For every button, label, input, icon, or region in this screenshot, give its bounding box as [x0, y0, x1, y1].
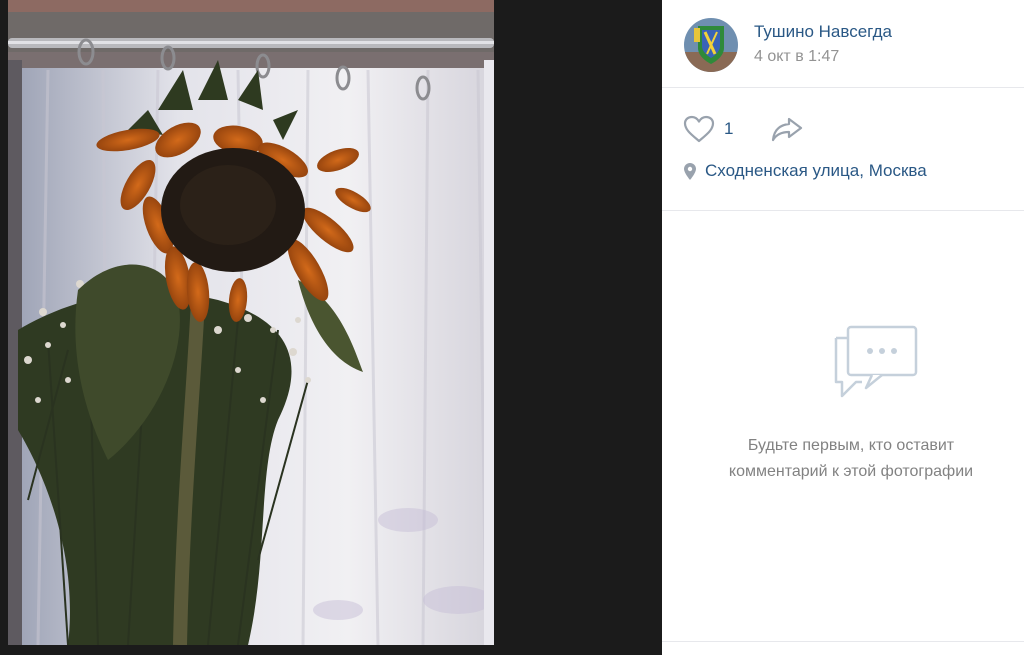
share-arrow-icon [771, 117, 803, 142]
community-avatar[interactable] [684, 18, 738, 72]
empty-comments-line-2: комментарий к этой фотографии [728, 463, 974, 480]
sunflower-photo [8, 0, 494, 645]
chat-bubbles-icon [832, 324, 920, 411]
post-header: Тушино Навсегда 4 окт в 1:47 [662, 0, 1024, 88]
post-date-link[interactable]: 4 окт в 1:47 [754, 48, 839, 66]
photo[interactable] [8, 0, 494, 645]
share-button[interactable] [770, 115, 804, 148]
photo-viewer [0, 0, 662, 655]
map-pin-icon [684, 162, 696, 180]
empty-comments-line-1: Будьте первым, кто оставит [747, 437, 955, 454]
coat-of-arms-icon [684, 18, 738, 72]
heart-outline-icon [683, 115, 715, 143]
author-name-link[interactable]: Тушино Навсегда [754, 22, 892, 42]
empty-comments-message: Будьте первым, кто оставит комментарий к… [672, 433, 1024, 485]
comment-input-area [662, 641, 1024, 655]
comments-empty-state: Будьте первым, кто оставит комментарий к… [662, 211, 1024, 641]
location-label: Сходненская улица, Москва [705, 161, 927, 180]
location-link[interactable]: Сходненская улица, Москва [684, 161, 927, 181]
photo-info-panel: Тушино Навсегда 4 окт в 1:47 1 Сходненск… [662, 0, 1024, 655]
post-actions: 1 Сходненская улица, Москва [662, 88, 1024, 211]
like-button[interactable]: 1 [682, 114, 733, 144]
like-count: 1 [724, 119, 734, 138]
